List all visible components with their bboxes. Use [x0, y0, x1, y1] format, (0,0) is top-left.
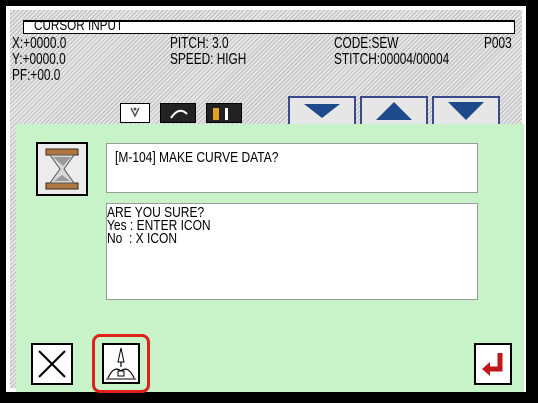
sewing-icon[interactable]	[160, 103, 196, 123]
nav-down-button[interactable]	[432, 96, 500, 126]
curve-data-button[interactable]	[102, 343, 140, 384]
nav-up-button[interactable]	[360, 96, 428, 126]
speed-value: SPEED: HIGH	[170, 51, 247, 68]
thread-icon[interactable]	[206, 103, 242, 123]
pattern-number: P003	[484, 35, 512, 52]
message-box: [M-104] MAKE CURVE DATA?	[106, 143, 478, 193]
confirm-line-3: No : X ICON	[107, 230, 178, 247]
cancel-button[interactable]	[31, 343, 73, 385]
page-title: CURSOR INPUT	[34, 17, 124, 34]
code-value: CODE:SEW	[334, 35, 399, 52]
message-text: [M-104] MAKE CURVE DATA?	[115, 149, 279, 166]
needle-curve-icon	[106, 347, 136, 380]
hourglass-icon	[36, 142, 88, 196]
y-coordinate: Y:+0000.0	[12, 51, 66, 68]
enter-button[interactable]	[474, 343, 512, 385]
curve-data-button-highlight[interactable]	[92, 334, 150, 393]
presser-foot-value: PF:+00.0	[12, 67, 61, 84]
x-icon	[38, 350, 66, 378]
confirm-box: ARE YOU SURE? Yes : ENTER ICON No : X IC…	[106, 203, 478, 300]
enter-arrow-icon	[482, 353, 503, 376]
pitch-value: PITCH: 3.0	[170, 35, 229, 52]
nav-left-button[interactable]	[288, 96, 356, 126]
speed-icon[interactable]	[120, 103, 150, 123]
stitch-count: STITCH:00004/00004	[334, 51, 450, 68]
x-coordinate: X:+0000.0	[12, 35, 67, 52]
